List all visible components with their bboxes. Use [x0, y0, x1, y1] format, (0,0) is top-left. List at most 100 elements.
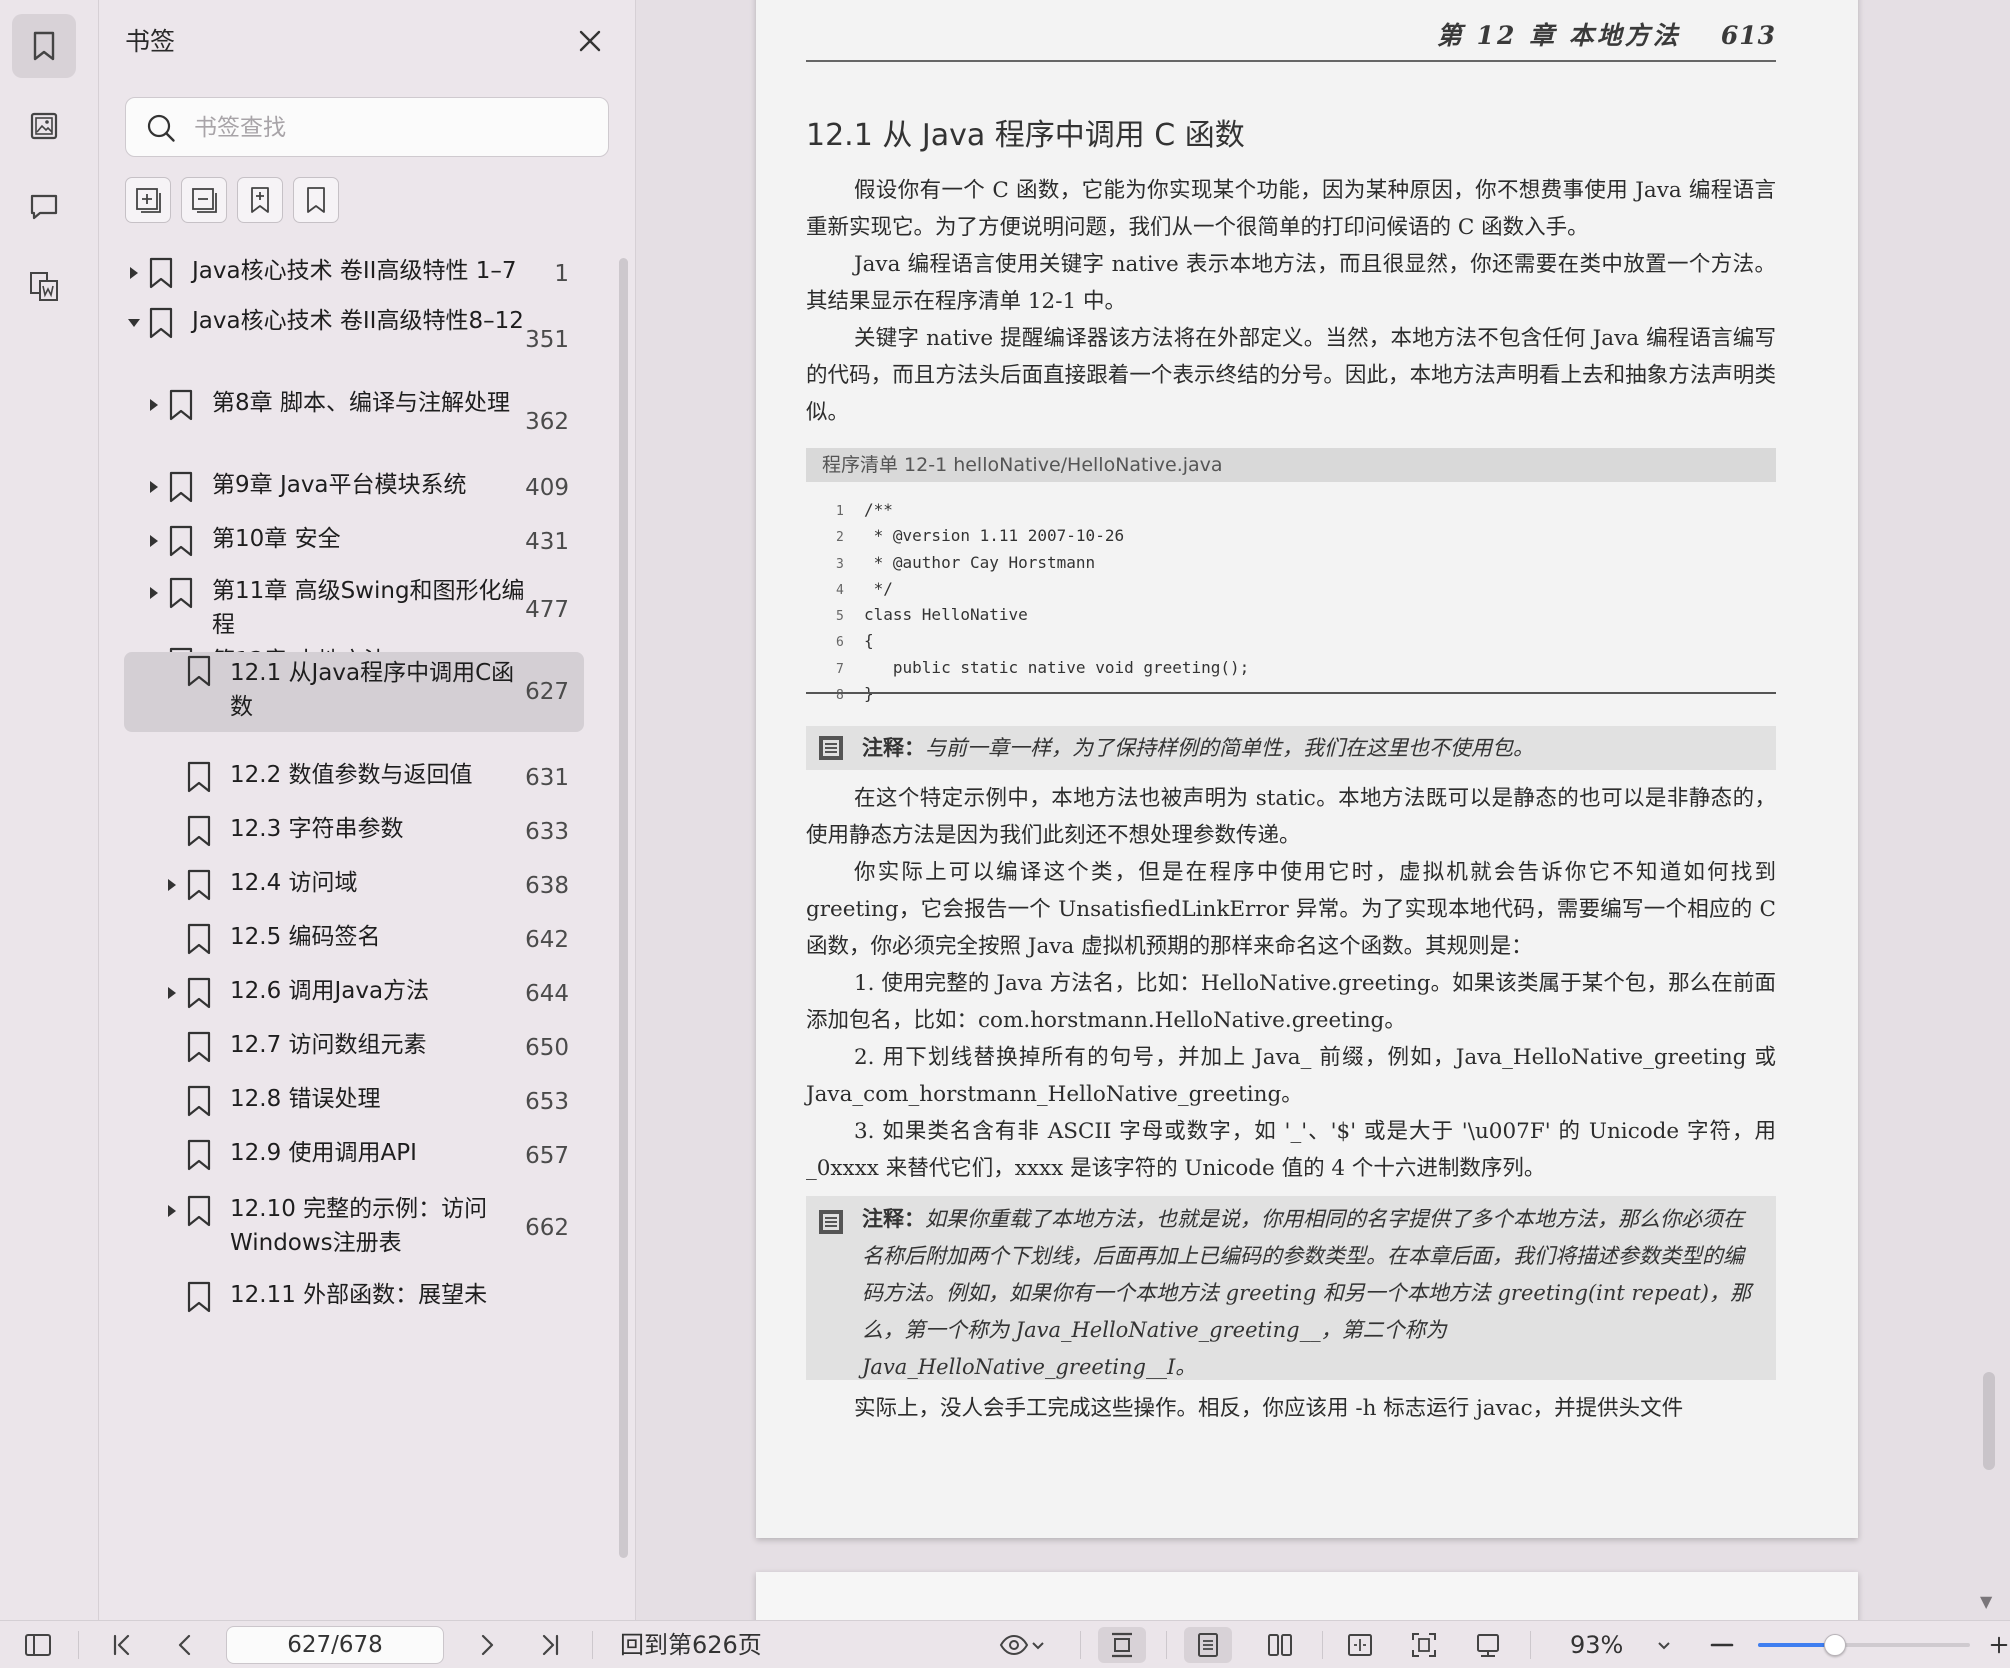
- zoom-out-button[interactable]: [1704, 1627, 1740, 1663]
- toggle-sidebar-button[interactable]: [18, 1627, 58, 1663]
- zoom-slider-knob[interactable]: [1824, 1634, 1847, 1656]
- bookmark-icon: [187, 923, 211, 955]
- bookmarks-sidebar: 书签 Java核心技术 卷II高级特性 1–71Java核心技术 卷II高级特性…: [99, 0, 636, 1620]
- note-icon: [819, 736, 843, 760]
- bookmark-item[interactable]: 12.3 字符串参数 633: [99, 812, 609, 852]
- caret-right-icon[interactable]: [147, 534, 161, 548]
- bookmark-item[interactable]: 第10章 安全 431: [99, 522, 609, 562]
- bookmark-label: 12.4 访问域: [230, 870, 358, 896]
- expand-all-icon: [136, 188, 161, 213]
- caret-right-icon[interactable]: [127, 266, 141, 280]
- bottom-toolbar: 回到第626页 93%: [0, 1620, 2010, 1668]
- add-bookmark-button[interactable]: [237, 177, 283, 223]
- bookmarks-panel-button[interactable]: [12, 14, 76, 78]
- caret-right-icon[interactable]: [147, 398, 161, 412]
- bookmark-icon: [187, 1031, 211, 1063]
- bookmark-item[interactable]: 12.11 外部函数：展望未: [99, 1278, 609, 1318]
- comments-panel-button[interactable]: [12, 174, 76, 238]
- add-bookmark-icon: [251, 187, 269, 213]
- listing-title: 程序清单 12-1 helloNative/HelloNative.java: [806, 448, 1776, 482]
- paragraph: 2. 用下划线替换掉所有的句号，并加上 Java_ 前缀，例如，Java_Hel…: [806, 1045, 1776, 1107]
- code-line-number: 4: [836, 582, 844, 598]
- bookmark-page-number: 638: [525, 873, 569, 899]
- bookmark-item[interactable]: 12.10 完整的示例：访问Windows注册表 662: [99, 1192, 609, 1264]
- single-page-button[interactable]: [1184, 1627, 1232, 1663]
- zoom-dropdown-button[interactable]: [1652, 1627, 1676, 1663]
- code-line: */: [864, 578, 893, 598]
- rotate-page-button[interactable]: [1464, 1627, 1512, 1663]
- bookmark-item[interactable]: 12.4 访问域 638: [99, 866, 609, 906]
- bookmark-page-number: 633: [525, 819, 569, 845]
- code-line: class HelloNative: [864, 605, 1028, 625]
- bookmark-item[interactable]: 12.7 访问数组元素 650: [99, 1028, 609, 1068]
- close-icon[interactable]: [573, 24, 607, 58]
- header-rule: [806, 60, 1776, 62]
- bookmark-item[interactable]: Java核心技术 卷II高级特性 1–7 1: [99, 254, 609, 294]
- caret-right-icon[interactable]: [147, 480, 161, 494]
- page-number-input[interactable]: [226, 1626, 444, 1664]
- caret-right-icon[interactable]: [165, 878, 179, 892]
- caret-down-icon[interactable]: [127, 316, 141, 330]
- bookmark-label: 12.2 数值参数与返回值: [230, 762, 473, 788]
- bookmark-item[interactable]: 12.6 调用Java方法 644: [99, 974, 609, 1014]
- note-text: 注释：与前一章一样，为了保持样例的简单性，我们在这里也不使用包。: [862, 729, 1756, 767]
- toolbar-separator: [1322, 1631, 1323, 1659]
- bookmark-label: 12.1 从Java程序中调用C函数: [230, 660, 515, 720]
- thumbnails-panel-button[interactable]: [12, 94, 76, 158]
- viewer-scrollbar[interactable]: [1983, 1372, 1995, 1470]
- bookmark-item[interactable]: 12.8 错误处理 653: [99, 1082, 609, 1122]
- next-page-button[interactable]: [468, 1627, 504, 1663]
- previous-page-button[interactable]: [168, 1627, 204, 1663]
- bookmark-icon: [169, 389, 193, 421]
- bookmark-item[interactable]: 12.9 使用调用API 657: [99, 1136, 609, 1176]
- bookmark-item[interactable]: 12.2 数值参数与返回值 631: [99, 758, 609, 798]
- attachments-panel-button[interactable]: [12, 254, 76, 318]
- view-mode-dropdown[interactable]: [990, 1627, 1054, 1663]
- expand-all-button[interactable]: [125, 177, 171, 223]
- image-thumbnail-icon: [30, 112, 58, 140]
- chevron-down-icon: [1658, 1642, 1670, 1650]
- code-line-number: 8: [836, 688, 844, 704]
- bookmark-label: 12.9 使用调用API: [230, 1140, 417, 1166]
- paragraph: 假设你有一个 C 函数，它能为你实现某个功能，因为某种原因，你不想费事使用 Ja…: [806, 178, 1776, 240]
- bookmark-item[interactable]: 第9章 Java平台模块系统 409: [99, 468, 609, 508]
- note-box: 注释：与前一章一样，为了保持样例的简单性，我们在这里也不使用包。: [806, 726, 1776, 770]
- sidebar-scrollbar[interactable]: [619, 258, 628, 1558]
- bookmark-item[interactable]: 12.5 编码签名 642: [99, 920, 609, 960]
- back-to-page-link[interactable]: 回到第626页: [620, 1629, 762, 1661]
- zoom-slider[interactable]: [1758, 1634, 1970, 1656]
- collapse-all-button[interactable]: [181, 177, 227, 223]
- bookmark-page-number: 431: [525, 529, 569, 555]
- bookmark-label: Java核心技术 卷II高级特性 1–7: [192, 258, 517, 284]
- section-title: 12.1 从 Java 程序中调用 C 函数: [806, 118, 1245, 153]
- bookmark-search-input[interactable]: [192, 110, 596, 146]
- bookmark-item[interactable]: Java核心技术 卷II高级特性8–12 351: [99, 304, 609, 376]
- bookmark-item[interactable]: 第8章 脚本、编译与注解处理 362: [99, 386, 609, 458]
- bookmark-icon: [187, 977, 211, 1009]
- code-line: public static native void greeting();: [864, 657, 1250, 677]
- bookmark-page-number: 644: [525, 981, 569, 1007]
- bookmark-item[interactable]: 12.1 从Java程序中调用C函数 627: [124, 652, 584, 732]
- fit-height-button[interactable]: [1098, 1627, 1146, 1663]
- zoom-level[interactable]: 93%: [1570, 1629, 1623, 1661]
- last-page-button[interactable]: [532, 1627, 568, 1663]
- bookmark-label: Java核心技术 卷II高级特性8–12: [192, 308, 524, 334]
- two-page-button[interactable]: [1256, 1627, 1304, 1663]
- fit-width-button[interactable]: [1336, 1627, 1384, 1663]
- fit-page-button[interactable]: [1400, 1627, 1448, 1663]
- bookmark-button[interactable]: [293, 177, 339, 223]
- caret-right-icon[interactable]: [165, 986, 179, 1000]
- fit-page-icon: [1412, 1633, 1436, 1657]
- caret-right-icon[interactable]: [147, 586, 161, 600]
- bookmark-page-number: 631: [525, 765, 569, 791]
- bookmark-page-number: 351: [525, 327, 569, 353]
- first-page-button[interactable]: [104, 1627, 140, 1663]
- note-label: 注释：: [862, 1206, 925, 1231]
- bookmark-page-number: 362: [525, 409, 569, 435]
- zoom-in-button[interactable]: [1988, 1627, 2010, 1663]
- bookmark-item[interactable]: 第11章 高级Swing和图形化编程 477: [99, 574, 609, 646]
- plus-icon: [1990, 1636, 2008, 1654]
- caret-right-icon[interactable]: [165, 1204, 179, 1218]
- comment-icon: [30, 194, 58, 220]
- scroll-down-arrow-icon[interactable]: ▼: [1980, 1592, 1992, 1611]
